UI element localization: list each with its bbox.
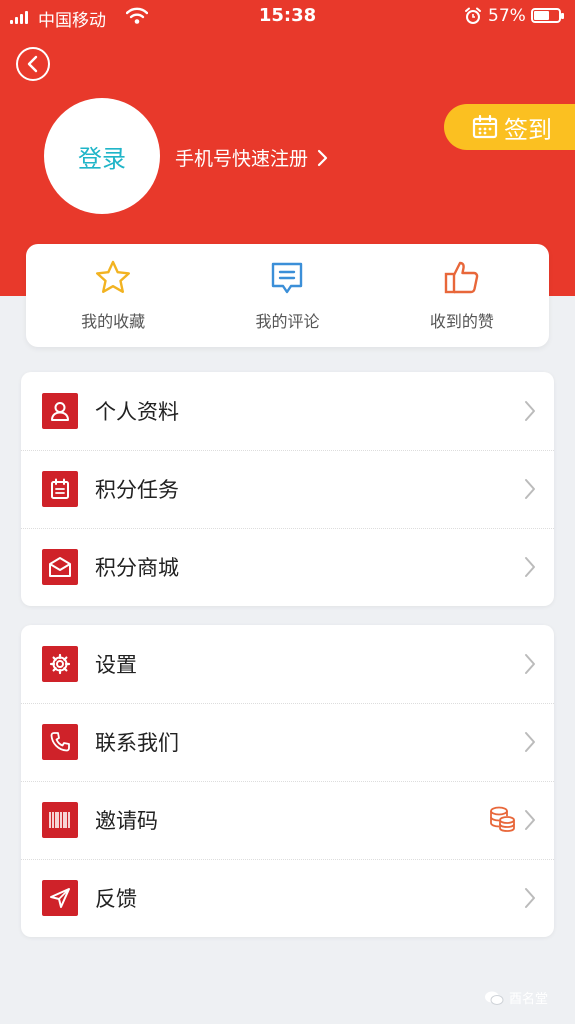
gear-icon bbox=[42, 646, 78, 682]
barcode-icon bbox=[42, 802, 78, 838]
menu-item-label: 联系我们 bbox=[95, 731, 179, 755]
calendar-check-icon bbox=[472, 115, 498, 139]
quick-comments[interactable]: 我的评论 bbox=[200, 244, 374, 347]
status-bar: 中国移动 15:38 57% bbox=[0, 0, 575, 34]
send-icon bbox=[42, 880, 78, 916]
menu-item-label: 个人资料 bbox=[95, 400, 179, 424]
menu-item-label: 邀请码 bbox=[95, 809, 158, 833]
quick-likes[interactable]: 收到的赞 bbox=[375, 244, 549, 347]
chevron-right-icon bbox=[317, 149, 328, 166]
menu-item-settings[interactable]: 设置 bbox=[21, 625, 554, 703]
register-label: 手机号快速注册 bbox=[175, 148, 309, 170]
watermark: 酉名堂 bbox=[484, 988, 548, 1007]
menu-item-label: 积分任务 bbox=[95, 478, 179, 502]
calendar-icon bbox=[42, 471, 78, 507]
watermark-text: 酉名堂 bbox=[509, 992, 549, 1007]
menu-item-profile[interactable]: 个人资料 bbox=[21, 372, 554, 450]
menu-item-label: 积分商城 bbox=[95, 556, 179, 580]
chevron-right-icon bbox=[525, 479, 535, 499]
menu-item-label: 设置 bbox=[95, 653, 137, 677]
battery-percentage: 57% bbox=[488, 6, 526, 26]
quick-favorites[interactable]: 我的收藏 bbox=[26, 244, 200, 347]
quick-actions-card: 我的收藏 我的评论 收到的赞 bbox=[26, 244, 549, 347]
menu-item-points-tasks[interactable]: 积分任务 bbox=[21, 450, 554, 528]
comment-icon bbox=[272, 262, 303, 294]
menu-group-account: 个人资料 积分任务 积分商城 bbox=[21, 372, 554, 606]
quick-favorites-label: 我的收藏 bbox=[81, 312, 146, 331]
wechat-icon bbox=[485, 991, 504, 1005]
chevron-right-icon bbox=[525, 557, 535, 577]
signin-button[interactable]: 签到 bbox=[444, 104, 575, 150]
menu-item-contact[interactable]: 联系我们 bbox=[21, 703, 554, 781]
user-icon bbox=[42, 393, 78, 429]
chevron-right-icon bbox=[525, 810, 535, 830]
menu-item-feedback[interactable]: 反馈 bbox=[21, 859, 554, 937]
star-icon bbox=[96, 260, 131, 293]
quick-comments-label: 我的评论 bbox=[255, 312, 320, 331]
chevron-left-icon bbox=[27, 55, 38, 73]
battery-icon bbox=[531, 8, 564, 23]
phone-icon bbox=[42, 724, 78, 760]
register-link[interactable]: 手机号快速注册 bbox=[175, 144, 328, 171]
signin-label: 签到 bbox=[504, 115, 552, 144]
menu-item-points-mall[interactable]: 积分商城 bbox=[21, 528, 554, 606]
menu-group-settings: 设置 联系我们 邀请码 反馈 bbox=[21, 625, 554, 937]
quick-likes-label: 收到的赞 bbox=[429, 312, 494, 331]
shop-icon bbox=[42, 549, 78, 585]
chevron-right-icon bbox=[525, 401, 535, 421]
menu-item-invite-code[interactable]: 邀请码 bbox=[21, 781, 554, 859]
chevron-right-icon bbox=[525, 888, 535, 908]
chevron-right-icon bbox=[525, 654, 535, 674]
thumbs-up-icon bbox=[444, 261, 479, 294]
back-button[interactable] bbox=[16, 47, 50, 81]
login-label: 登录 bbox=[78, 144, 126, 173]
chevron-right-icon bbox=[525, 732, 535, 752]
login-avatar-button[interactable]: 登录 bbox=[44, 98, 160, 214]
coins-icon bbox=[490, 806, 515, 832]
menu-item-label: 反馈 bbox=[95, 887, 137, 911]
alarm-icon bbox=[465, 7, 481, 24]
